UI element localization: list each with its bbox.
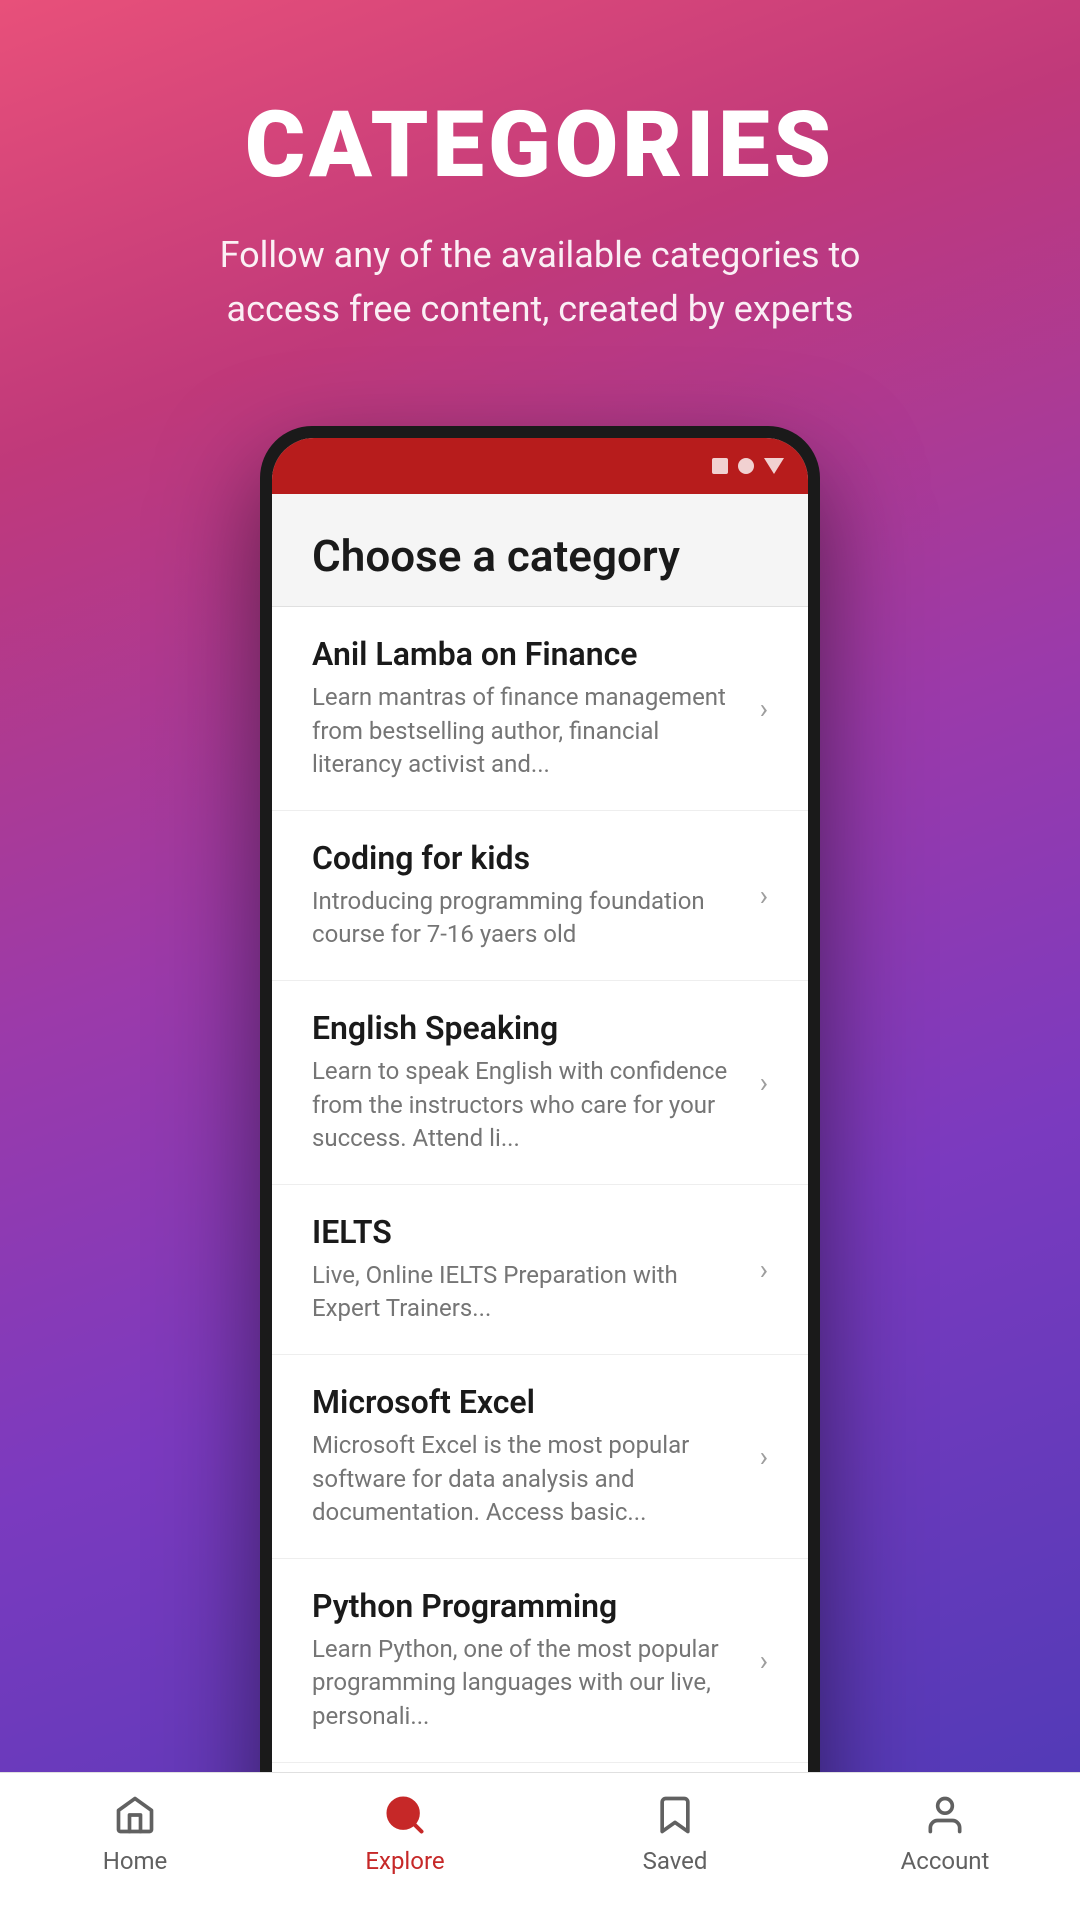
nav-account-label: Account	[901, 1847, 990, 1875]
category-name: Python Programming	[312, 1587, 744, 1625]
category-name: IELTS	[312, 1213, 744, 1251]
category-name: English Speaking	[312, 1009, 744, 1047]
bottom-navigation: Home Explore Saved Account	[0, 1772, 1080, 1920]
category-name: Coding for kids	[312, 839, 744, 877]
nav-saved[interactable]: Saved	[540, 1789, 810, 1875]
status-signal-icon	[738, 458, 754, 474]
category-text: Microsoft Excel Microsoft Excel is the m…	[312, 1383, 744, 1530]
explore-icon	[379, 1789, 431, 1841]
nav-account[interactable]: Account	[810, 1789, 1080, 1875]
category-item[interactable]: IELTS Live, Online IELTS Preparation wit…	[272, 1185, 808, 1355]
category-desc: Live, Online IELTS Preparation with Expe…	[312, 1259, 744, 1326]
phone-content: Choose a category Anil Lamba on Finance …	[272, 494, 808, 1866]
screen-title: Choose a category	[312, 530, 768, 582]
category-item[interactable]: Python Programming Learn Python, one of …	[272, 1559, 808, 1763]
nav-home-label: Home	[103, 1847, 168, 1875]
category-desc: Learn Python, one of the most popular pr…	[312, 1633, 744, 1734]
page-title: CATEGORIES	[80, 100, 1000, 192]
category-name: Anil Lamba on Finance	[312, 635, 744, 673]
category-item[interactable]: Anil Lamba on Finance Learn mantras of f…	[272, 607, 808, 811]
header-section: CATEGORIES Follow any of the available c…	[0, 0, 1080, 396]
category-desc: Learn to speak English with confidence f…	[312, 1055, 744, 1156]
chevron-right-icon: ›	[760, 1253, 768, 1286]
chevron-right-icon: ›	[760, 692, 768, 725]
status-wifi-icon	[764, 458, 784, 474]
phone-inner: Choose a category Anil Lamba on Finance …	[272, 438, 808, 1866]
saved-icon	[649, 1789, 701, 1841]
category-name: Microsoft Excel	[312, 1383, 744, 1421]
category-text: English Speaking Learn to speak English …	[312, 1009, 744, 1156]
nav-home[interactable]: Home	[0, 1789, 270, 1875]
categories-list: Anil Lamba on Finance Learn mantras of f…	[272, 607, 808, 1866]
category-text: Anil Lamba on Finance Learn mantras of f…	[312, 635, 744, 782]
nav-explore[interactable]: Explore	[270, 1789, 540, 1875]
category-text: Python Programming Learn Python, one of …	[312, 1587, 744, 1734]
category-desc: Learn mantras of finance management from…	[312, 681, 744, 782]
category-text: IELTS Live, Online IELTS Preparation wit…	[312, 1213, 744, 1326]
account-icon	[919, 1789, 971, 1841]
chevron-right-icon: ›	[760, 879, 768, 912]
chevron-right-icon: ›	[760, 1066, 768, 1099]
category-item[interactable]: Coding for kids Introducing programming …	[272, 811, 808, 981]
chevron-right-icon: ›	[760, 1644, 768, 1677]
nav-saved-label: Saved	[643, 1847, 708, 1875]
nav-explore-label: Explore	[365, 1847, 444, 1875]
category-item[interactable]: English Speaking Learn to speak English …	[272, 981, 808, 1185]
chevron-right-icon: ›	[760, 1440, 768, 1473]
category-desc: Microsoft Excel is the most popular soft…	[312, 1429, 744, 1530]
phone-mockup-container: Choose a category Anil Lamba on Finance …	[0, 426, 1080, 1878]
page-subtitle: Follow any of the available categories t…	[190, 228, 890, 336]
status-battery-icon	[712, 458, 728, 474]
home-icon	[109, 1789, 161, 1841]
phone-mockup: Choose a category Anil Lamba on Finance …	[260, 426, 820, 1878]
screen-header: Choose a category	[272, 494, 808, 607]
category-desc: Introducing programming foundation cours…	[312, 885, 744, 952]
category-item[interactable]: Microsoft Excel Microsoft Excel is the m…	[272, 1355, 808, 1559]
status-bar	[272, 438, 808, 494]
category-text: Coding for kids Introducing programming …	[312, 839, 744, 952]
